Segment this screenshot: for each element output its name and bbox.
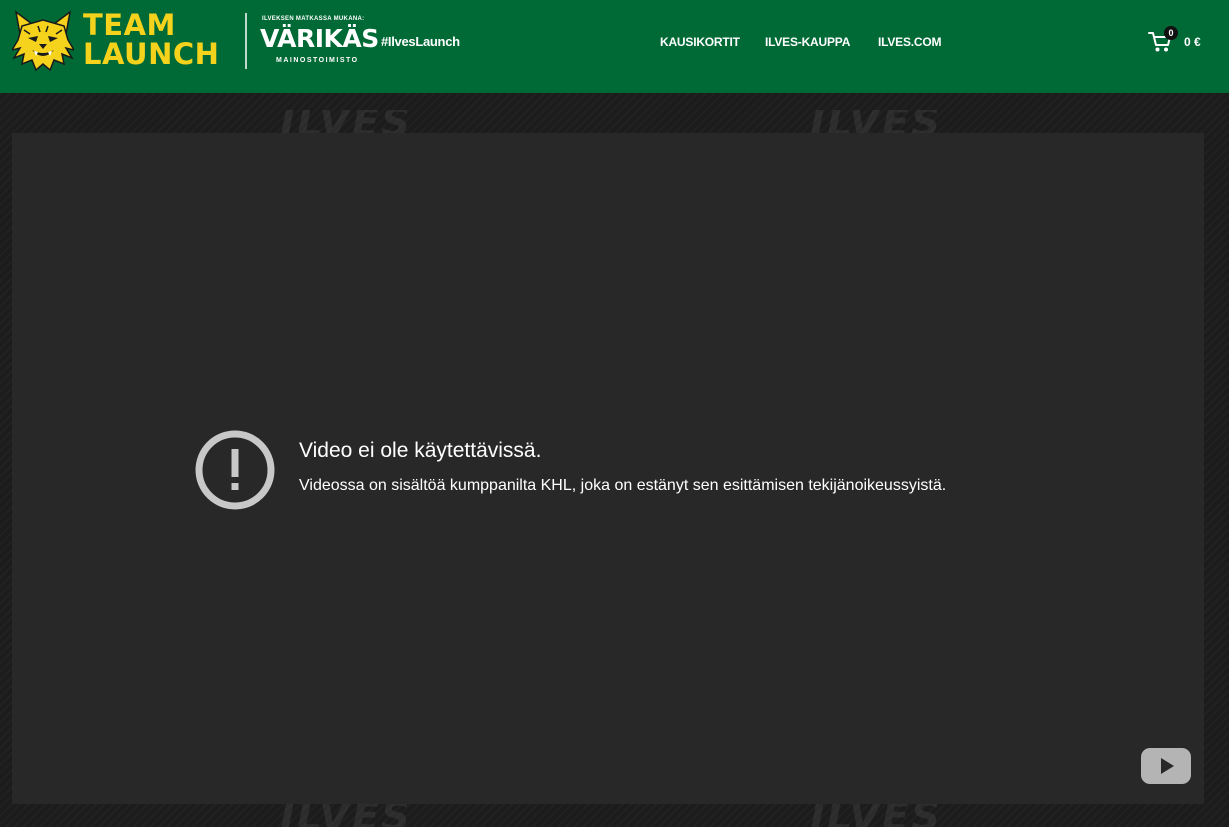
hashtag-link[interactable]: #IlvesLaunch: [381, 34, 460, 49]
nav-ilves-com[interactable]: ILVES.COM: [878, 35, 942, 49]
brand-line-2: LAUNCH: [83, 37, 220, 71]
youtube-play-icon[interactable]: [1140, 747, 1192, 785]
partner-logo-varikas[interactable]: VÄRIKÄS: [260, 24, 379, 54]
site-header: TEAM LAUNCH ILVEKSEN MATKASSA MUKANA: VÄ…: [0, 0, 1229, 93]
cart-count-badge: 0: [1164, 26, 1178, 40]
partner-kicker: ILVEKSEN MATKASSA MUKANA:: [262, 16, 365, 22]
partner-subtitle: MAINOSTOIMISTO: [276, 57, 359, 64]
error-message: Videossa on sisältöä kumppanilta KHL, jo…: [299, 477, 947, 494]
team-launch-brand[interactable]: TEAM LAUNCH: [83, 11, 219, 69]
header-divider: [245, 13, 247, 69]
nav-kausikortit[interactable]: KAUSIKORTIT: [660, 35, 740, 49]
brand-line-1: TEAM: [83, 8, 176, 42]
cart-total[interactable]: 0 €: [1184, 35, 1201, 49]
ilves-watermark: ILVES: [810, 804, 942, 827]
video-player[interactable]: Video ei ole käytettävissä. Videossa on …: [12, 133, 1204, 804]
ilves-lynx-logo-icon[interactable]: [12, 10, 74, 72]
alert-circle-icon: [195, 430, 275, 510]
nav-ilves-kauppa[interactable]: ILVES-KAUPPA: [765, 35, 850, 49]
ilves-watermark: ILVES: [280, 804, 412, 827]
error-title: Video ei ole käytettävissä.: [299, 439, 542, 462]
